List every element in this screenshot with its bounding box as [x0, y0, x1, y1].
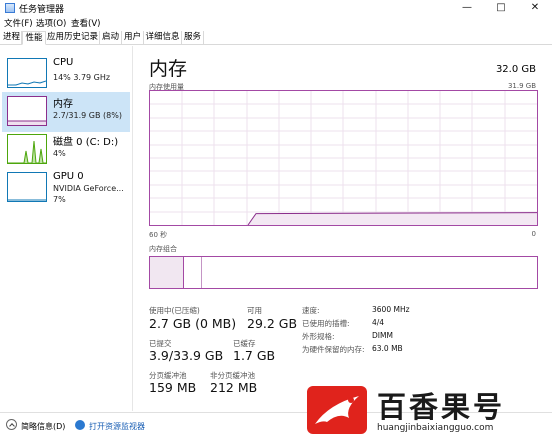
tab-users[interactable]: 用户	[122, 31, 144, 45]
sidebar-item-label: CPU	[53, 57, 74, 68]
composition-label: 内存组合	[149, 245, 177, 253]
memory-composition-bar	[149, 256, 538, 289]
disk-thumbnail-graph	[7, 134, 47, 164]
detail-reserved-value: 63.0 MB	[372, 344, 403, 353]
resource-monitor-icon[interactable]	[75, 420, 85, 430]
sidebar-item-disk[interactable]: 磁盘 0 (C: D:) 4%	[2, 130, 130, 170]
watermark-url: huangjinbaixiangguo.com	[377, 423, 494, 433]
gpu-thumbnail-graph	[7, 172, 47, 202]
sidebar-item-memory[interactable]: 内存 2.7/31.9 GB (8%)	[2, 92, 130, 132]
close-button[interactable]: ✕	[518, 0, 552, 16]
stat-in-use-label: 使用中(已压缩)	[149, 306, 200, 315]
sidebar-item-cpu[interactable]: CPU 14% 3.79 GHz	[2, 54, 130, 94]
composition-in-use-segment	[150, 257, 184, 288]
tab-bar: 进程 性能 应用历史记录 启动 用户 详细信息 服务	[0, 31, 552, 45]
sidebar-item-detail-2: 7%	[53, 195, 66, 204]
detail-slots-value: 4/4	[372, 318, 385, 327]
tab-services[interactable]: 服务	[182, 31, 204, 45]
graph-axis-right: 0	[531, 230, 536, 238]
detail-reserved-label: 为硬件保留的内存:	[302, 345, 365, 354]
tab-startup[interactable]: 启动	[100, 31, 122, 45]
sidebar-item-label: GPU 0	[53, 171, 84, 182]
cpu-thumbnail-graph	[7, 58, 47, 88]
page-title: 内存	[149, 58, 188, 80]
watermark-brand: 百香果号	[377, 390, 506, 424]
stat-committed-value: 3.9/33.9 GB	[149, 348, 224, 363]
graph-grid	[150, 91, 537, 225]
title-bar: 任务管理器 — □ ✕	[0, 0, 552, 16]
chevron-up-icon[interactable]	[6, 419, 17, 430]
maximize-button[interactable]: □	[484, 0, 518, 16]
open-resource-monitor-link[interactable]: 打开资源监视器	[89, 421, 145, 432]
menu-file[interactable]: 文件(F)	[4, 17, 33, 29]
resource-sidebar: CPU 14% 3.79 GHz 内存 2.7/31.9 GB (8%) 磁盘 …	[0, 46, 133, 411]
minimize-button[interactable]: —	[450, 0, 484, 16]
sidebar-item-label: 内存	[53, 99, 73, 110]
stat-available-label: 可用	[247, 306, 262, 315]
menu-options[interactable]: 选项(O)	[36, 17, 66, 29]
tab-performance[interactable]: 性能	[22, 31, 46, 45]
memory-total: 32.0 GB	[495, 64, 536, 75]
detail-speed-label: 速度:	[302, 306, 320, 315]
stat-available-value: 29.2 GB	[247, 316, 298, 331]
usage-graph-max: 31.9 GB	[507, 82, 536, 90]
menu-bar: 文件(F) 选项(O) 查看(V)	[0, 16, 552, 30]
stat-cached-value: 1.7 GB	[233, 348, 276, 363]
tab-details[interactable]: 详细信息	[144, 31, 182, 45]
menu-view[interactable]: 查看(V)	[71, 17, 100, 29]
detail-form-factor-label: 外形规格:	[302, 332, 335, 341]
memory-usage-graph	[149, 90, 538, 226]
watermark-logo	[307, 386, 367, 434]
sidebar-item-detail: 4%	[53, 149, 66, 158]
sidebar-item-gpu[interactable]: GPU 0 NVIDIA GeForce... 7%	[2, 168, 130, 208]
task-manager-icon	[5, 3, 15, 13]
composition-modified-segment	[184, 257, 202, 288]
fewer-details-link[interactable]: 简略信息(D)	[21, 421, 65, 432]
memory-usage-area	[248, 212, 537, 225]
tab-processes[interactable]: 进程	[2, 31, 22, 45]
stat-in-use-value: 2.7 GB (0 MB)	[149, 316, 237, 331]
memory-usage-plot	[150, 91, 537, 225]
stat-nonpaged-pool-value: 212 MB	[210, 380, 258, 395]
sidebar-item-detail: 14% 3.79 GHz	[53, 73, 111, 82]
memory-thumbnail-graph	[7, 96, 47, 126]
sidebar-item-detail: NVIDIA GeForce...	[53, 184, 124, 193]
sidebar-item-label: 磁盘 0 (C: D:)	[53, 137, 119, 148]
window-title: 任务管理器	[19, 5, 65, 15]
graph-axis-left: 60 秒	[149, 231, 168, 239]
detail-slots-label: 已使用的插槽:	[302, 319, 350, 328]
stat-paged-pool-value: 159 MB	[149, 380, 197, 395]
sidebar-item-detail: 2.7/31.9 GB (8%)	[53, 111, 122, 120]
detail-speed-value: 3600 MHz	[372, 305, 410, 314]
detail-form-factor-value: DIMM	[372, 331, 393, 340]
tab-app-history[interactable]: 应用历史记录	[46, 31, 100, 45]
